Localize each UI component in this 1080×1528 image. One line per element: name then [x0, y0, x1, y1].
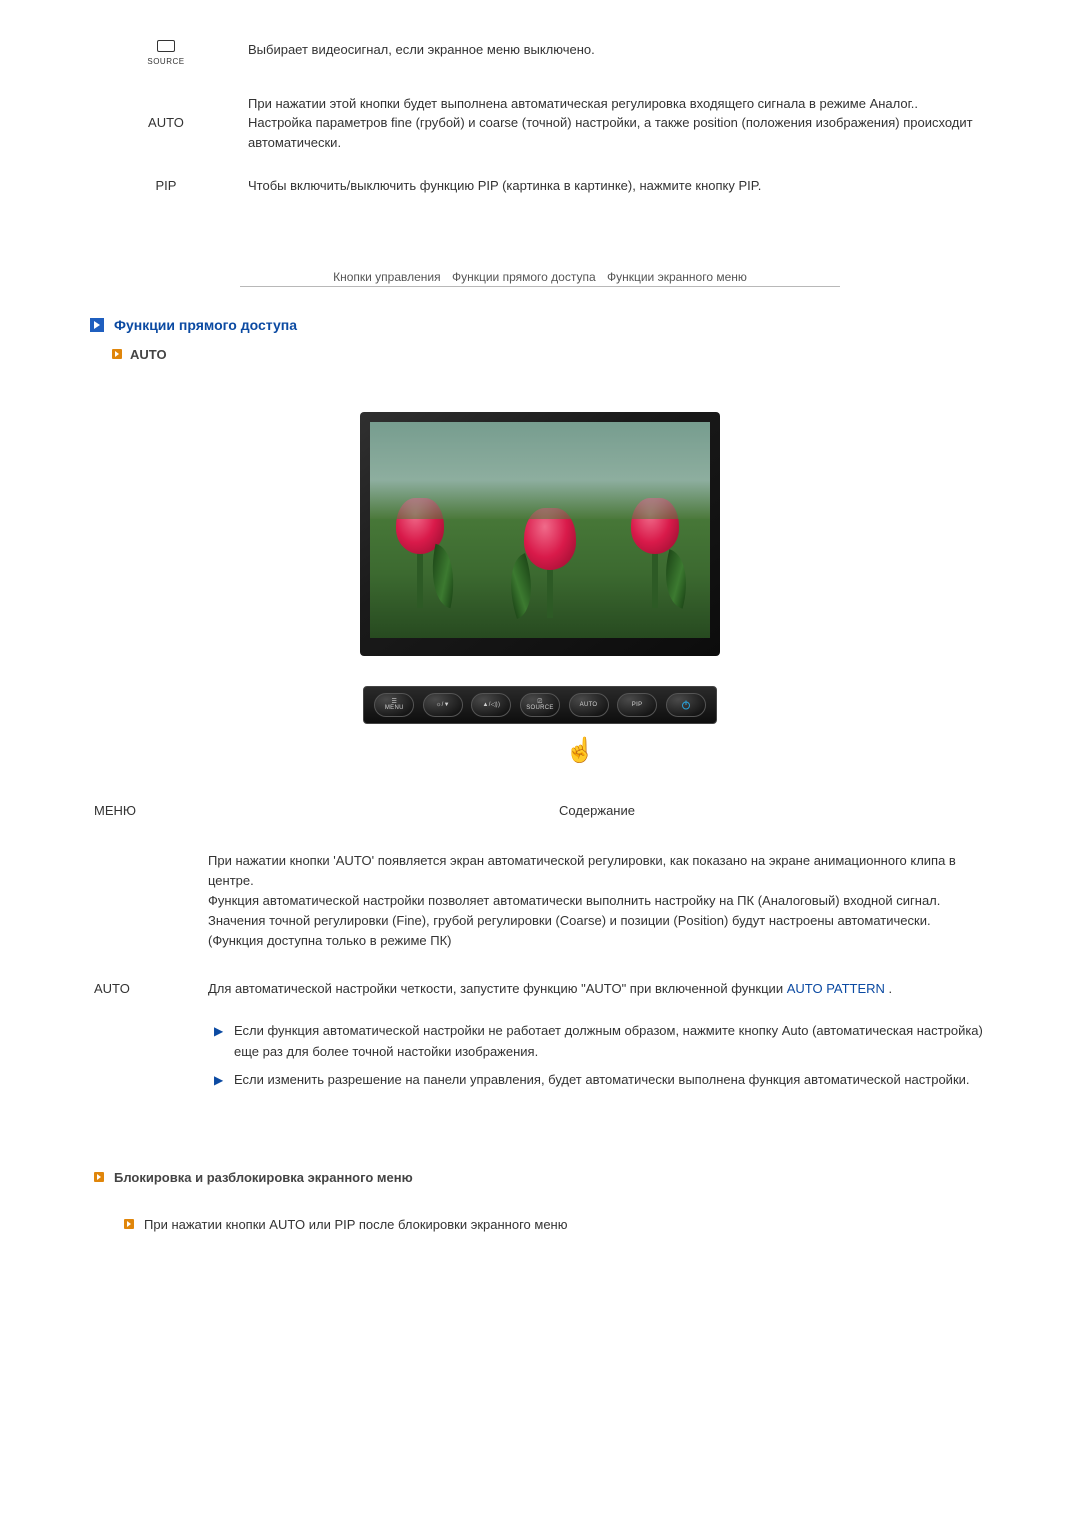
head-content: Содержание [204, 795, 990, 845]
arrow-bullet-icon: ▶ [214, 1022, 223, 1041]
hw-menu-button[interactable]: ☰MENU [374, 693, 414, 717]
section-direct-access: Функции прямого доступа [90, 317, 990, 333]
source-desc: Выбирает видеосигнал, если экранное меню… [242, 30, 990, 84]
auto-notes-list: ▶ Если функция автоматической настройки … [208, 1017, 986, 1093]
section-title: Функции прямого доступа [114, 317, 297, 333]
front-buttons-table: SOURCE Выбирает видеосигнал, если экранн… [90, 30, 990, 210]
breadcrumb: Кнопки управления Функции прямого доступ… [240, 270, 840, 287]
power-icon [680, 699, 692, 711]
play-icon [94, 1172, 104, 1182]
monitor-illustration: ☰MENU ☼/▼ ▲/◁)) ⎚SOURCE AUTO PIP ☝ [355, 412, 725, 765]
play-icon [124, 1219, 134, 1229]
monitor-frame [360, 412, 720, 656]
list-item: ▶ Если изменить разрешение на панели упр… [208, 1066, 986, 1094]
pip-desc: Чтобы включить/выключить функцию PIP (ка… [242, 166, 990, 210]
source-cell: SOURCE [90, 30, 242, 84]
hw-pip-button[interactable]: PIP [617, 693, 657, 717]
auto-desc: При нажатии этой кнопки будет выполнена … [242, 84, 990, 167]
hw-power-button[interactable] [666, 693, 706, 717]
hand-cursor-icon: ☝ [395, 736, 765, 765]
play-icon [112, 349, 122, 359]
list-item: ▶ Если функция автоматической настройки … [208, 1017, 986, 1065]
auto-pattern-link[interactable]: AUTO PATTERN [787, 981, 885, 996]
auto-label: AUTO [90, 84, 242, 167]
subsection-osd-lock: Блокировка и разблокировка экранного мен… [94, 1170, 990, 1185]
source-icon: SOURCE [147, 40, 184, 66]
hardware-button-strip: ☰MENU ☼/▼ ▲/◁)) ⎚SOURCE AUTO PIP [363, 686, 717, 724]
crumb-direct-access[interactable]: Функции прямого доступа [452, 270, 596, 284]
arrow-bullet-icon: ▶ [214, 1071, 223, 1090]
subsection-auto: AUTO [112, 347, 990, 362]
pip-label: PIP [90, 166, 242, 210]
hw-bright-button[interactable]: ☼/▼ [423, 693, 463, 717]
auto-paragraph-2: Для автоматической настройки четкости, з… [204, 957, 990, 1100]
auto-row-label: AUTO [90, 957, 204, 1100]
auto-paragraph-1: При нажатии кнопки 'AUTO' появляется экр… [204, 845, 990, 958]
hw-source-button[interactable]: ⎚SOURCE [520, 693, 560, 717]
head-menu: МЕНЮ [90, 795, 204, 845]
monitor-screen-tulips [370, 422, 710, 638]
crumb-osd-functions[interactable]: Функции экранного меню [607, 270, 747, 284]
hw-vol-button[interactable]: ▲/◁)) [471, 693, 511, 717]
osd-lock-step-1: При нажатии кнопки AUTO или PIP после бл… [124, 1217, 990, 1232]
hw-auto-button[interactable]: AUTO [569, 693, 609, 717]
play-square-icon [90, 318, 104, 332]
crumb-control-buttons[interactable]: Кнопки управления [333, 270, 441, 284]
auto-content-table: МЕНЮ Содержание При нажатии кнопки 'AUTO… [90, 795, 990, 1100]
